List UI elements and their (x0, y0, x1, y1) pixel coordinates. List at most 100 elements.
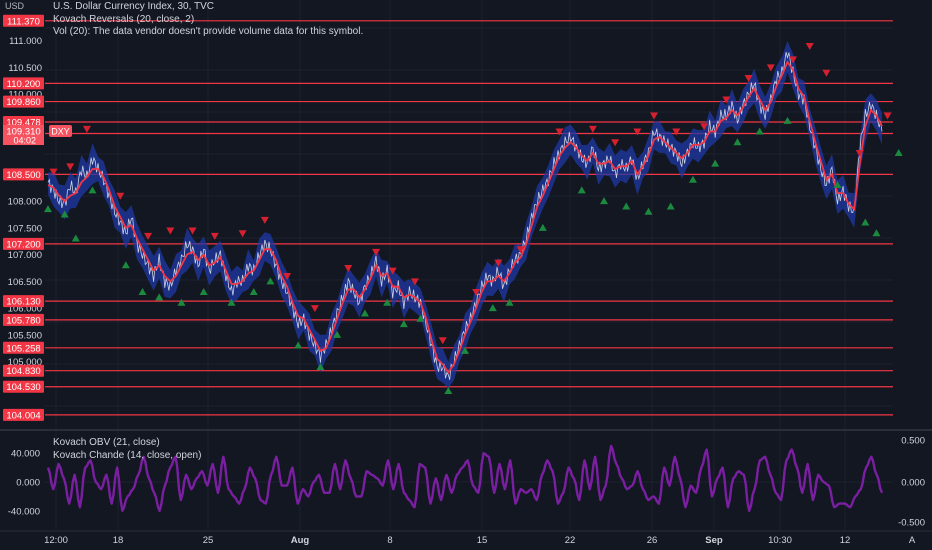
time-tick-label: 26 (647, 535, 658, 546)
up-triangle-icon (894, 148, 903, 156)
osc-right-tick: 0.500 (901, 436, 925, 447)
time-axis: 12:00 18 25 Aug 8 15 22 26 Sep 10:30 12 A (44, 535, 916, 546)
time-tick-label: A (909, 535, 916, 546)
level-label-text: 108.500 (6, 170, 40, 181)
level-label-text: 106.130 (6, 297, 40, 308)
time-tick-label: Sep (705, 535, 723, 546)
up-triangle-icon (733, 138, 742, 146)
level-label: 111.370 (3, 14, 44, 27)
down-triangle-icon (260, 216, 269, 224)
chart-canvas[interactable]: 111.000110.500110.000108.000107.500107.0… (0, 0, 932, 550)
level-label-text: 105.258 (6, 343, 40, 354)
level-label: 105.780 (3, 313, 44, 326)
oscillator-pane-legend: Kovach OBV (21, close) Kovach Chande (14… (53, 437, 201, 462)
osc-left-tick: 0.000 (16, 478, 40, 489)
down-triangle-icon (310, 305, 319, 313)
up-triangle-icon (711, 159, 720, 167)
up-triangle-icon (138, 288, 147, 296)
legend-indicator-reversals[interactable]: Kovach Reversals (20, close, 2) (53, 14, 363, 27)
down-triangle-icon (144, 232, 153, 240)
up-triangle-icon (505, 298, 514, 306)
level-label: 108.500 (3, 168, 44, 181)
level-label: 104.004 (3, 408, 44, 421)
time-tick-label: 8 (387, 535, 392, 546)
price-tick-label: 108.000 (8, 197, 42, 208)
main-pane-legend: U.S. Dollar Currency Index, 30, TVC Kova… (53, 1, 363, 39)
level-label: 110.200 (3, 77, 44, 90)
up-triangle-icon (644, 207, 653, 215)
up-triangle-icon (177, 298, 186, 306)
time-tick-label: 12 (840, 535, 851, 546)
level-label-text: 104.004 (6, 410, 40, 421)
level-label-text: 111.370 (7, 16, 40, 27)
level-label-text: 104.530 (6, 382, 40, 393)
level-label-text: 110.200 (7, 79, 41, 90)
down-triangle-icon (672, 128, 681, 136)
last-price-tag: 109.31004:02DXY (3, 125, 72, 146)
price-tick-label: 106.500 (8, 277, 42, 288)
level-label-text: 107.200 (6, 239, 40, 250)
level-label: 104.830 (3, 364, 44, 377)
chart-window: 111.000 110.500 110.000 108.000 107.500 107.0… (0, 0, 932, 550)
up-triangle-icon (44, 205, 52, 213)
up-triangle-icon (861, 218, 870, 226)
price-axis-unit: USD (5, 1, 25, 11)
legend-indicator-chande[interactable]: Kovach Chande (14, close, open) (53, 450, 201, 463)
down-triangle-icon (344, 264, 353, 272)
symbol-tag: DXY (51, 127, 70, 137)
up-triangle-icon (249, 288, 258, 296)
down-triangle-icon (210, 232, 219, 240)
down-triangle-icon (82, 125, 91, 133)
level-label-text: 109.860 (6, 97, 40, 108)
up-triangle-icon (783, 116, 792, 124)
price-tick-label: 107.500 (8, 223, 42, 234)
price-tick-label: 105.500 (8, 330, 42, 341)
up-triangle-icon (538, 223, 547, 231)
up-triangle-icon (488, 304, 497, 312)
up-triangle-icon (294, 341, 303, 349)
time-tick-label: 10:30 (768, 535, 792, 546)
up-triangle-icon (872, 229, 881, 237)
down-triangle-icon (611, 139, 620, 147)
bar-countdown: 04:02 (13, 136, 36, 146)
legend-symbol-title[interactable]: U.S. Dollar Currency Index, 30, TVC (53, 1, 363, 14)
up-triangle-icon (199, 288, 208, 296)
up-triangle-icon (688, 175, 697, 183)
level-label-text: 104.830 (6, 366, 40, 377)
level-lines (45, 20, 893, 416)
time-tick-label: Aug (291, 535, 310, 546)
osc-left-axis: 40.000 0.000 -40.000 (8, 449, 40, 518)
time-tick-label: 18 (113, 535, 124, 546)
level-label: 107.200 (3, 237, 44, 250)
down-triangle-icon (438, 337, 447, 345)
osc-right-axis: 0.500 0.000 -0.500 (898, 436, 925, 529)
legend-indicator-obv[interactable]: Kovach OBV (21, close) (53, 437, 201, 450)
time-tick-label: 15 (477, 535, 488, 546)
up-triangle-icon (622, 202, 631, 210)
down-triangle-icon (883, 112, 892, 120)
up-reversal-markers (44, 116, 903, 395)
down-triangle-icon (66, 163, 75, 171)
price-tick-label: 107.000 (8, 250, 42, 261)
down-triangle-icon (238, 230, 247, 238)
legend-indicator-volume[interactable]: Vol (20): The data vendor doesn't provid… (53, 26, 363, 39)
time-tick-label: 22 (565, 535, 576, 546)
down-triangle-icon (633, 128, 642, 136)
down-triangle-icon (166, 227, 175, 235)
time-tick-label: 25 (203, 535, 214, 546)
up-triangle-icon (266, 277, 275, 285)
osc-right-tick: -0.500 (898, 518, 925, 529)
down-triangle-icon (650, 112, 659, 120)
up-triangle-icon (577, 186, 586, 194)
up-triangle-icon (444, 387, 453, 395)
osc-left-tick: 40.000 (11, 449, 40, 460)
down-reversal-markers (49, 42, 892, 345)
up-triangle-icon (600, 197, 608, 205)
up-triangle-icon (755, 127, 764, 135)
price-tick-label: 110.500 (8, 63, 42, 74)
level-label: 109.860 (3, 95, 44, 108)
down-triangle-icon (822, 69, 831, 77)
up-triangle-icon (88, 186, 97, 194)
time-tick-label: 12:00 (44, 535, 68, 546)
level-label: 106.130 (3, 295, 44, 308)
